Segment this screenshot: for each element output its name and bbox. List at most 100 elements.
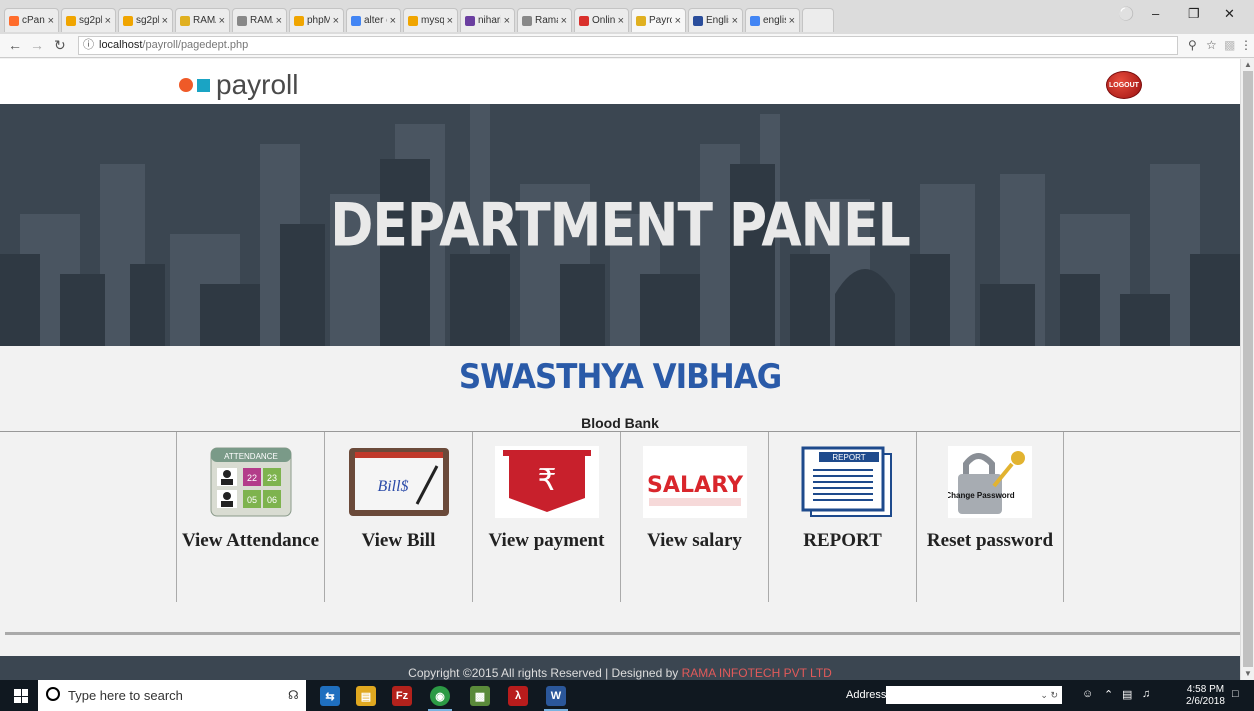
volume-icon[interactable]: ♫ <box>1142 688 1150 700</box>
browser-tab[interactable]: sg2plc× <box>118 8 173 32</box>
browser-tab[interactable]: sg2plc× <box>61 8 116 32</box>
reload-icon[interactable]: ↻ <box>54 37 66 54</box>
footer-brand-link[interactable]: RAMA INFOTECH PVT LTD <box>682 666 832 680</box>
site-footer: Copyright ©2015 All rights Reserved | De… <box>0 656 1240 680</box>
attendance-date-4: 06 <box>266 495 276 505</box>
tab-favicon-icon <box>750 15 760 26</box>
microphone-icon[interactable]: ☊ <box>288 688 299 702</box>
browser-tab[interactable]: phpMy× <box>289 8 344 32</box>
tab-close-icon[interactable]: × <box>789 15 795 27</box>
profile-icon[interactable]: ⚪ <box>1118 6 1134 22</box>
tab-close-icon[interactable]: × <box>561 15 567 27</box>
department-subunit: Blood Bank <box>581 415 659 431</box>
scrollbar-thumb[interactable] <box>1243 71 1253 667</box>
bookmark-star-icon[interactable]: ☆ <box>1206 38 1217 52</box>
acrobat-icon[interactable]: λ <box>508 686 528 706</box>
close-window-icon[interactable]: ✕ <box>1224 6 1235 22</box>
department-banner: DEPARTMENT PANEL <box>0 104 1240 346</box>
tab-close-icon[interactable]: × <box>618 15 624 27</box>
word-icon[interactable]: W <box>544 686 568 711</box>
browser-tab[interactable]: mysql× <box>403 8 458 32</box>
menu-item-view-attendance[interactable]: ATTENDANCE 22 23 05 06 View Attendance <box>176 432 324 602</box>
menu-label-reset-password: Reset password <box>926 530 1054 551</box>
browser-tab[interactable]: alter q× <box>346 8 401 32</box>
restore-icon[interactable]: ❐ <box>1188 6 1200 22</box>
tab-label: phpMy <box>307 15 330 26</box>
windows-taskbar: Type here to search ☊ ⇆ ▤ Fz ◉ ▩ λ W Add… <box>0 680 1254 711</box>
taskbar-address-input[interactable]: ⌄ ↻ <box>886 686 1062 704</box>
menu-label-view-payment: View payment <box>488 530 605 551</box>
back-icon[interactable]: ← <box>8 37 22 53</box>
tab-close-icon[interactable]: × <box>675 15 681 27</box>
new-tab-button[interactable] <box>802 8 834 32</box>
tab-close-icon[interactable]: × <box>333 15 339 27</box>
tab-close-icon[interactable]: × <box>390 15 396 27</box>
browser-tab[interactable]: Englist× <box>688 8 743 32</box>
tab-close-icon[interactable]: × <box>504 15 510 27</box>
browser-tab[interactable]: cPanel× <box>4 8 59 32</box>
filezilla-icon[interactable]: Fz <box>392 686 412 706</box>
logo-square-icon <box>197 78 210 92</box>
url-path: /payroll/pagedept.php <box>142 39 249 51</box>
notifications-icon[interactable]: □ <box>1232 688 1239 700</box>
network-icon[interactable]: ▤ <box>1122 688 1132 701</box>
tab-close-icon[interactable]: × <box>732 15 738 27</box>
tab-close-icon[interactable]: × <box>162 15 168 27</box>
extension-icon[interactable]: ▩ <box>1224 38 1235 52</box>
browser-tab[interactable]: RAMA× <box>232 8 287 32</box>
browser-tab[interactable]: RAMA× <box>175 8 230 32</box>
minimize-icon[interactable]: – <box>1152 6 1159 21</box>
info-icon[interactable]: ⓘ <box>83 37 94 54</box>
menu-dots-icon[interactable]: ⋮ <box>1240 38 1252 52</box>
page-scrollbar[interactable]: ▲ ▼ <box>1240 59 1254 680</box>
windows-start-icon[interactable] <box>14 689 28 703</box>
browser-tab[interactable]: Payroll× <box>631 8 686 32</box>
taskbar-search-input[interactable]: Type here to search ☊ <box>38 680 306 711</box>
clock-date: 2/6/2018 <box>1186 696 1225 707</box>
footer-copyright: Copyright ©2015 All rights Reserved | De… <box>408 666 682 680</box>
chrome-icon[interactable]: ◉ <box>428 686 452 711</box>
tab-close-icon[interactable]: × <box>219 15 225 27</box>
menu-item-view-payment[interactable]: ₹ View payment <box>472 432 620 602</box>
tab-favicon-icon <box>9 15 19 26</box>
menu-item-placeholder <box>28 432 176 602</box>
tab-label: sg2plc <box>136 15 159 26</box>
file-explorer-icon[interactable]: ▤ <box>356 686 376 706</box>
browser-tab[interactable]: english× <box>745 8 800 32</box>
forward-icon[interactable]: → <box>30 37 44 53</box>
browser-tab[interactable]: Online× <box>574 8 629 32</box>
report-word: REPORT <box>832 453 865 462</box>
tab-close-icon[interactable]: × <box>105 15 111 27</box>
attendance-header-text: ATTENDANCE <box>224 452 278 461</box>
taskbar-clock[interactable]: 4:58 PM 2/6/2018 <box>1186 684 1225 708</box>
menu-item-view-bill[interactable]: Bill$ View Bill <box>324 432 472 602</box>
browser-tab[interactable]: Rama× <box>517 8 572 32</box>
menu-item-view-salary[interactable]: SALARY View salary <box>620 432 768 602</box>
tab-favicon-icon <box>237 15 247 26</box>
rupee-icon: ₹ <box>494 446 599 518</box>
tab-close-icon[interactable]: × <box>276 15 282 27</box>
taskbar-search-placeholder: Type here to search <box>68 688 183 703</box>
browser-tab[interactable]: niharik× <box>460 8 515 32</box>
payroll-logo[interactable]: payroll <box>179 69 298 101</box>
url-input[interactable]: ⓘ localhost/payroll/pagedept.php <box>78 36 1178 55</box>
bill-icon: Bill$ <box>347 446 451 518</box>
url-host: localhost <box>99 39 143 51</box>
photos-icon[interactable]: ▩ <box>470 686 490 706</box>
attendance-date-1: 22 <box>246 473 256 483</box>
tray-overflow-icon[interactable]: ⌃ <box>1104 688 1113 701</box>
key-icon[interactable]: ⚲ <box>1188 38 1197 52</box>
page-viewport: payroll LOGOUT DEPARTMENT PANEL SWASTHYA… <box>0 59 1240 680</box>
teamviewer-icon[interactable]: ⇆ <box>320 686 340 706</box>
menu-label-view-bill: View Bill <box>361 530 436 551</box>
scroll-up-icon[interactable]: ▲ <box>1244 60 1252 69</box>
people-icon[interactable]: ☺ <box>1082 688 1093 700</box>
menu-item-report[interactable]: REPORT REPORT <box>768 432 916 602</box>
logo-dot-icon <box>179 78 193 92</box>
menu-item-reset-password[interactable]: Change Password Reset password <box>916 432 1064 602</box>
tab-close-icon[interactable]: × <box>48 15 54 27</box>
tab-favicon-icon <box>351 15 361 26</box>
logout-button[interactable]: LOGOUT <box>1106 71 1142 99</box>
tab-close-icon[interactable]: × <box>447 15 453 27</box>
scroll-down-icon[interactable]: ▼ <box>1244 669 1252 678</box>
